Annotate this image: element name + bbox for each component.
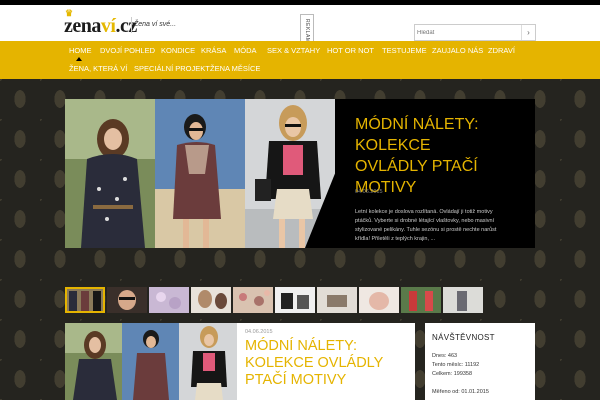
nav-item-specialni-projekt[interactable]: Speciální projekt [134,64,210,74]
nav-item-hot-or-not[interactable]: Hot or not [327,46,374,56]
nav-item-kondice[interactable]: Kondice [161,46,195,56]
stats-since: Měřeno od: 01.01.2015 [432,389,489,395]
active-indicator-icon [76,57,82,61]
site-tagline: Žena ví své... [134,21,177,28]
crown-icon: ♛ [65,8,73,18]
logo-divider [131,17,132,33]
search-submit-button[interactable]: › [521,25,535,40]
nav-item-home[interactable]: Home [69,46,92,56]
article-photo [65,323,237,400]
main-navigation: Home Dvojí pohled Kondice Krása Móda Sex… [0,41,600,79]
nav-item-zaujalo-nas[interactable]: Zaujalo nás [432,46,483,56]
slide-headline[interactable]: MÓDNÍ NÁLETY: KOLEKCE OVLÁDLY PTAČÍ MOTI… [355,114,505,198]
thumbnail-7[interactable] [317,287,357,313]
slider-thumbnails [65,287,535,313]
slide-photo-2 [155,99,245,248]
search-box: › [414,24,536,41]
thumbnail-10[interactable] [443,287,483,313]
nav-item-dvoji-pohled[interactable]: Dvojí pohled [100,46,155,56]
thumbnail-6[interactable] [275,287,315,313]
nav-item-zena-mesice[interactable]: Žena měsíce [210,64,260,74]
stats-total: Celkem: 199358 [432,371,473,377]
thumbnail-2[interactable] [107,287,147,313]
thumbnail-8[interactable] [359,287,399,313]
stats-month: Tento měsíc: 11192 [432,362,480,368]
nav-item-moda[interactable]: Móda [234,46,257,56]
nav-item-krasa[interactable]: Krása [201,46,226,56]
site-header: ♛zenaví.cz Žena ví své... REKLAMA › [0,5,600,46]
thumbnail-9[interactable] [401,287,441,313]
search-input[interactable] [417,26,521,39]
thumbnail-1[interactable] [65,287,105,313]
site-logo[interactable]: ♛ zenaví.cz [64,9,137,37]
nav-item-sex-vztahy[interactable]: Sex & vztahy [267,46,320,56]
slide-photo-1 [65,99,155,248]
slide-excerpt: Letní kolekce je doslova rozlítaná. Ovlá… [355,209,497,242]
nav-item-testujeme[interactable]: Testujeme [382,46,427,56]
article-title[interactable]: MÓDNÍ NÁLETY: KOLEKCE OVLÁDLY PTAČÍ MOTI… [245,338,410,389]
article-date: 04.06.2015 [245,329,273,335]
stats-title: Návštěvnost [432,333,495,342]
chevron-right-icon: › [527,28,530,37]
thumbnail-3[interactable] [149,287,189,313]
nav-item-zdravi[interactable]: Zdraví [488,46,515,56]
thumbnail-5[interactable] [233,287,273,313]
slide-date: 04.06.2015 [355,189,383,195]
nav-item-zena-ktera-vi[interactable]: Žena, která ví [69,64,127,74]
stats-today: Dnes: 463 [432,353,458,359]
thumbnail-4[interactable] [191,287,231,313]
